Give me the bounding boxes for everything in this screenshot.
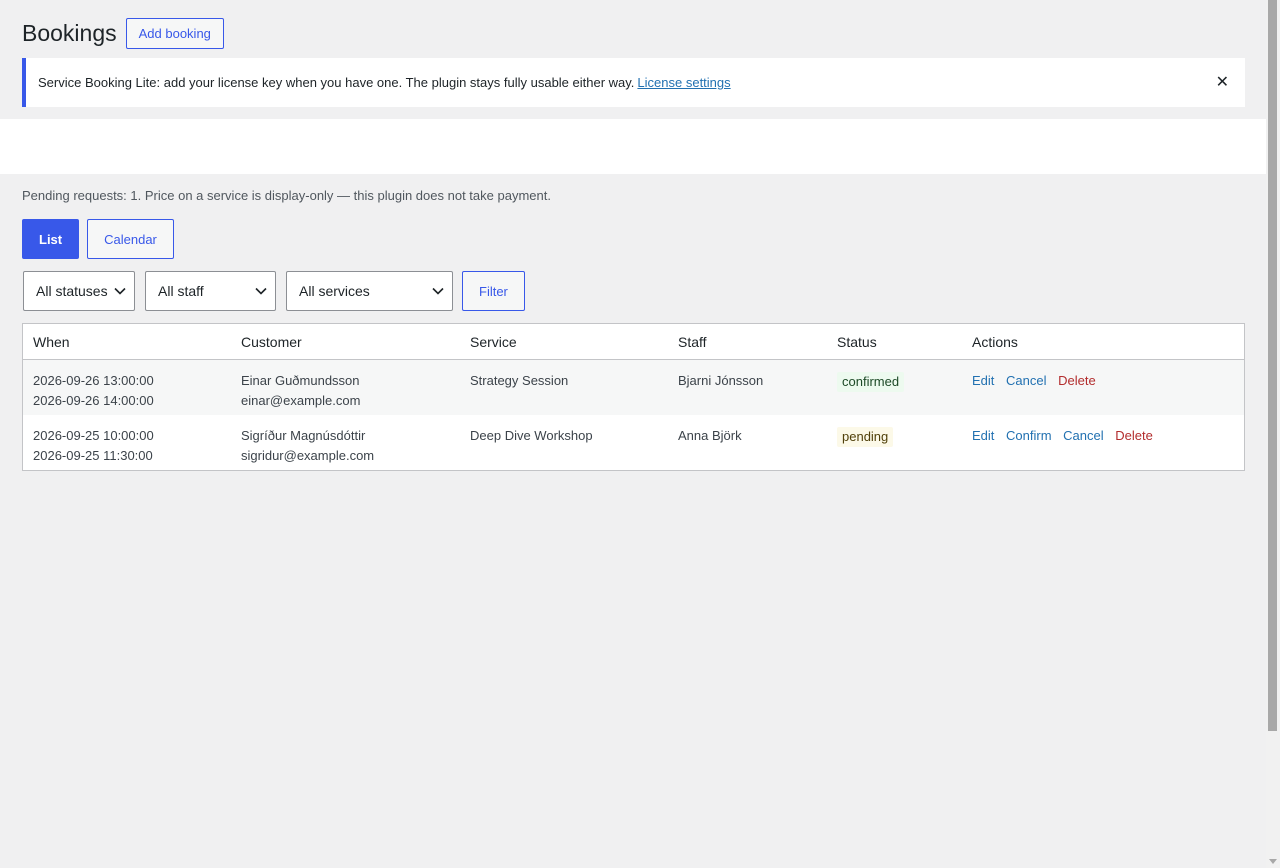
column-actions: Actions xyxy=(972,333,1018,350)
booking-start: 2026-09-25 10:00:00 xyxy=(33,428,154,443)
when-cell: 2026-09-25 10:00:00 2026-09-25 11:30:00 xyxy=(23,415,231,470)
table-row: 2026-09-26 13:00:00 2026-09-26 14:00:00 … xyxy=(23,360,1244,415)
filter-bar: All statuses All staff All services Filt… xyxy=(23,271,525,311)
customer-name: Einar Guðmundsson xyxy=(241,373,360,388)
toolbar-band xyxy=(0,119,1266,174)
staff-filter-select[interactable]: All staff xyxy=(145,271,276,311)
status-badge: pending xyxy=(837,427,894,447)
edit-link[interactable]: Edit xyxy=(972,428,994,443)
column-customer: Customer xyxy=(241,333,302,350)
page-title: Bookings xyxy=(22,20,117,46)
tab-list[interactable]: List xyxy=(22,219,80,259)
status-badge: confirmed xyxy=(837,372,905,392)
booking-end: 2026-09-26 14:00:00 xyxy=(33,393,154,408)
booking-end: 2026-09-25 11:30:00 xyxy=(33,448,153,463)
service-filter-select[interactable]: All services xyxy=(286,271,453,311)
chevron-down-icon xyxy=(255,287,267,295)
actions-cell: Edit Confirm Cancel Delete xyxy=(962,415,1244,470)
booking-start: 2026-09-26 13:00:00 xyxy=(33,373,154,388)
delete-link[interactable]: Delete xyxy=(1115,428,1153,443)
customer-cell: Sigríður Magnúsdóttir sigridur@example.c… xyxy=(231,415,460,470)
chevron-down-icon xyxy=(114,287,126,295)
page-header: Bookings Add booking xyxy=(22,18,224,49)
license-settings-link[interactable]: License settings xyxy=(637,75,730,90)
customer-cell: Einar Guðmundsson einar@example.com xyxy=(231,360,460,415)
bookings-table: When Customer Service Staff Status Actio… xyxy=(22,323,1245,471)
view-switcher: List Calendar xyxy=(22,219,174,259)
cancel-link[interactable]: Cancel xyxy=(1006,373,1046,388)
add-booking-button[interactable]: Add booking xyxy=(125,18,224,49)
actions-cell: Edit Cancel Delete xyxy=(962,360,1244,415)
table-header: When Customer Service Staff Status Actio… xyxy=(23,324,1244,360)
customer-name: Sigríður Magnúsdóttir xyxy=(241,428,366,443)
license-notice: Service Booking Lite: add your license k… xyxy=(22,58,1245,107)
confirm-link[interactable]: Confirm xyxy=(1006,428,1052,443)
column-service: Service xyxy=(470,333,517,350)
pending-summary: Pending requests: 1. Price on a service … xyxy=(22,188,551,203)
tab-calendar[interactable]: Calendar xyxy=(87,219,174,259)
service-cell: Deep Dive Workshop xyxy=(470,428,593,443)
dismiss-notice-icon[interactable]: ✕ xyxy=(1216,74,1229,91)
status-cell: pending xyxy=(827,415,962,470)
status-filter-select[interactable]: All statuses xyxy=(23,271,135,311)
status-cell: confirmed xyxy=(827,360,962,415)
staff-cell: Bjarni Jónsson xyxy=(678,373,764,388)
status-filter-value: All statuses xyxy=(36,283,108,299)
when-cell: 2026-09-26 13:00:00 2026-09-26 14:00:00 xyxy=(23,360,231,415)
column-staff: Staff xyxy=(678,333,707,350)
edit-link[interactable]: Edit xyxy=(972,373,994,388)
delete-link[interactable]: Delete xyxy=(1058,373,1096,388)
table-row: 2026-09-25 10:00:00 2026-09-25 11:30:00 … xyxy=(23,415,1244,470)
column-status: Status xyxy=(837,333,877,350)
scrollbar-thumb[interactable] xyxy=(1268,0,1277,731)
service-filter-value: All services xyxy=(299,283,370,299)
staff-filter-value: All staff xyxy=(158,283,204,299)
chevron-down-icon xyxy=(432,287,444,295)
customer-email: sigridur@example.com xyxy=(241,448,375,463)
cancel-link[interactable]: Cancel xyxy=(1063,428,1103,443)
column-when: When xyxy=(33,333,70,350)
notice-text: Service Booking Lite: add your license k… xyxy=(38,75,635,90)
filter-button[interactable]: Filter xyxy=(462,271,525,311)
customer-email: einar@example.com xyxy=(241,393,361,408)
service-cell: Strategy Session xyxy=(470,373,569,388)
scroll-down-arrow-icon[interactable] xyxy=(1269,859,1277,864)
staff-cell: Anna Björk xyxy=(678,428,742,443)
vertical-scrollbar[interactable] xyxy=(1266,0,1280,868)
